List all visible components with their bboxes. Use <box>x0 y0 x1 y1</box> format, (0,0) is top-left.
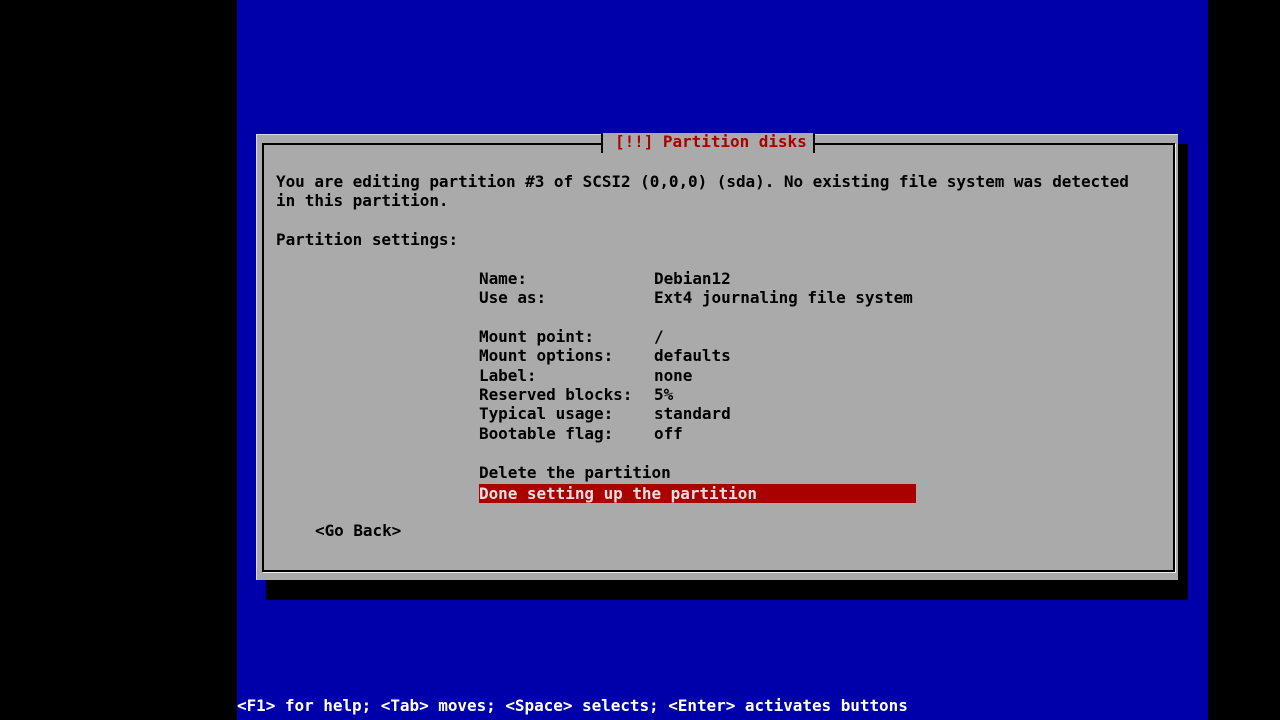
setting-label: Mount options: <box>479 346 614 365</box>
go-back-button[interactable]: <Go Back> <box>315 521 401 540</box>
setting-label: Use as: <box>479 288 547 307</box>
done-setting-up-item[interactable]: Done setting up the partition <box>479 484 916 503</box>
setting-value: standard <box>654 404 731 423</box>
intro-text-line1: You are editing partition #3 of SCSI2 (0… <box>276 172 1129 191</box>
section-heading: Partition settings: <box>276 230 459 249</box>
setting-label: Label: <box>479 366 537 385</box>
setting-label: Name: <box>479 269 527 288</box>
setting-value: / <box>654 327 664 346</box>
setting-value: Ext4 journaling file system <box>654 288 913 307</box>
setting-label: Bootable flag: <box>479 424 614 443</box>
setting-label: Reserved blocks: <box>479 385 633 404</box>
setting-value: none <box>654 366 693 385</box>
setting-value: defaults <box>654 346 731 365</box>
intro-text-line2: in this partition. <box>276 191 449 210</box>
delete-partition-item[interactable]: Delete the partition <box>479 463 671 482</box>
setting-value: off <box>654 424 683 443</box>
dialog-title: [!!] Partition disks <box>601 133 815 153</box>
setting-label: Typical usage: <box>479 404 614 423</box>
setting-value: 5% <box>654 385 674 404</box>
setting-label: Mount point: <box>479 327 594 346</box>
setting-value: Debian12 <box>654 269 731 288</box>
help-status-bar: <F1> for help; <Tab> moves; <Space> sele… <box>237 696 908 715</box>
